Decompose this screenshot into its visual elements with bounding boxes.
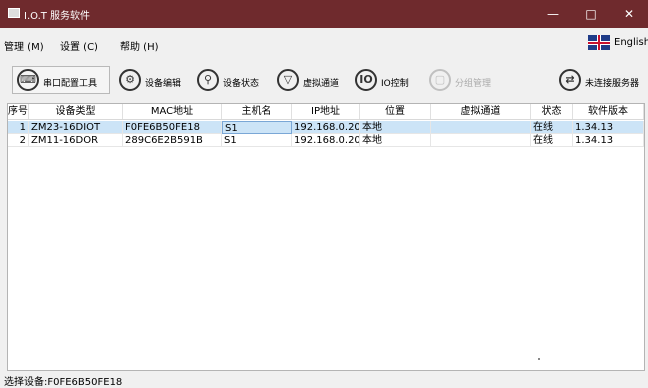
device-edit-button[interactable]: ⚙ 设备编辑 [114,66,188,94]
table-header: 序号 设备类型 MAC地址 主机名 IP地址 位置 虚拟通道 状态 软件版本 [8,104,644,120]
cell-index: 2 [8,134,29,147]
window-title: I.O.T 服务软件 [24,11,91,22]
col-header-location[interactable]: 位置 [360,104,431,119]
cell-location: 本地 [360,121,431,134]
group-manage-label: 分组管理 [455,79,492,89]
serial-config-label: 串口配置工具 [43,79,98,89]
close-button[interactable]: ✕ [610,0,648,28]
group-icon: ▢ [429,69,451,91]
menu-bar: 管理 (M) 设置 (C) 帮助 (H) English [0,28,648,58]
status-bar: 选择设备:F0FE6B50FE18 [0,372,648,388]
table-row[interactable]: 1 ZM23-16DIOT F0FE6B50FE18 S1 192.168.0.… [8,121,644,134]
table-row[interactable]: 2 ZM11-16DOR 289C6E2B591B S1 192.168.0.2… [8,134,644,147]
io-control-button[interactable]: IO IO控制 [350,66,420,94]
title-bar: I.O.T 服务软件 — □ ✕ [0,0,648,28]
cell-device-type: ZM23-16DIOT [29,121,123,134]
cell-hostname[interactable]: S1 [222,121,292,134]
language-button[interactable]: English [588,33,648,53]
menu-help[interactable]: 帮助 (H) [120,38,159,53]
col-header-ip[interactable]: IP地址 [292,104,360,119]
uk-flag-icon [588,35,610,50]
cell-index: 1 [8,121,29,134]
cell-location: 本地 [360,134,431,147]
network-icon: ⇄ [559,69,581,91]
io-control-label: IO控制 [381,79,409,89]
serial-config-button[interactable]: ⌨ 串口配置工具 [12,66,110,94]
col-header-device-type[interactable]: 设备类型 [29,104,123,119]
col-header-index[interactable]: 序号 [8,104,29,119]
cell-version: 1.34.13 [573,121,644,134]
device-edit-label: 设备编辑 [145,79,182,89]
col-header-status[interactable]: 状态 [531,104,573,119]
cell-virtual-channel [431,134,531,147]
cell-virtual-channel [431,121,531,134]
server-connect-button[interactable]: ⇄ 未连接服务器 [554,66,646,94]
virtual-channel-button[interactable]: ▽ 虚拟通道 [272,66,346,94]
cell-ip: 192.168.0.201 [292,134,360,147]
stray-dot [538,358,540,360]
cell-version: 1.34.13 [573,134,644,147]
status-text: 选择设备:F0FE6B50FE18 [4,377,123,388]
cell-device-type: ZM11-16DOR [29,134,123,147]
col-header-virtual-channel[interactable]: 虚拟通道 [431,104,531,119]
cell-hostname[interactable]: S1 [222,134,292,147]
maximize-button[interactable]: □ [572,0,610,28]
device-status-button[interactable]: ⚲ 设备状态 [192,66,268,94]
serial-port-icon: ⌨ [17,69,39,91]
device-table[interactable]: 序号 设备类型 MAC地址 主机名 IP地址 位置 虚拟通道 状态 软件版本 1… [7,103,645,371]
cell-status: 在线 [531,121,573,134]
menu-settings[interactable]: 设置 (C) [60,38,98,53]
minimize-button[interactable]: — [534,0,572,28]
col-header-hostname[interactable]: 主机名 [222,104,292,119]
language-label: English [614,37,648,48]
funnel-icon: ▽ [277,69,299,91]
gear-icon: ⚙ [119,69,141,91]
cell-mac: 289C6E2B591B [123,134,222,147]
server-connect-label: 未连接服务器 [585,79,640,89]
search-icon: ⚲ [197,69,219,91]
virtual-channel-label: 虚拟通道 [303,79,340,89]
menu-manage[interactable]: 管理 (M) [4,38,44,53]
cell-mac: F0FE6B50FE18 [123,121,222,134]
col-header-mac[interactable]: MAC地址 [123,104,222,119]
device-status-label: 设备状态 [223,79,260,89]
cell-ip: 192.168.0.200 [292,121,360,134]
io-icon: IO [355,69,377,91]
app-icon [8,8,20,18]
group-manage-button[interactable]: ▢ 分组管理 [424,66,500,94]
cell-status: 在线 [531,134,573,147]
col-header-version[interactable]: 软件版本 [573,104,644,119]
toolbar: ⌨ 串口配置工具 ⚙ 设备编辑 ⚲ 设备状态 ▽ 虚拟通道 IO IO控制 ▢ … [0,60,648,100]
